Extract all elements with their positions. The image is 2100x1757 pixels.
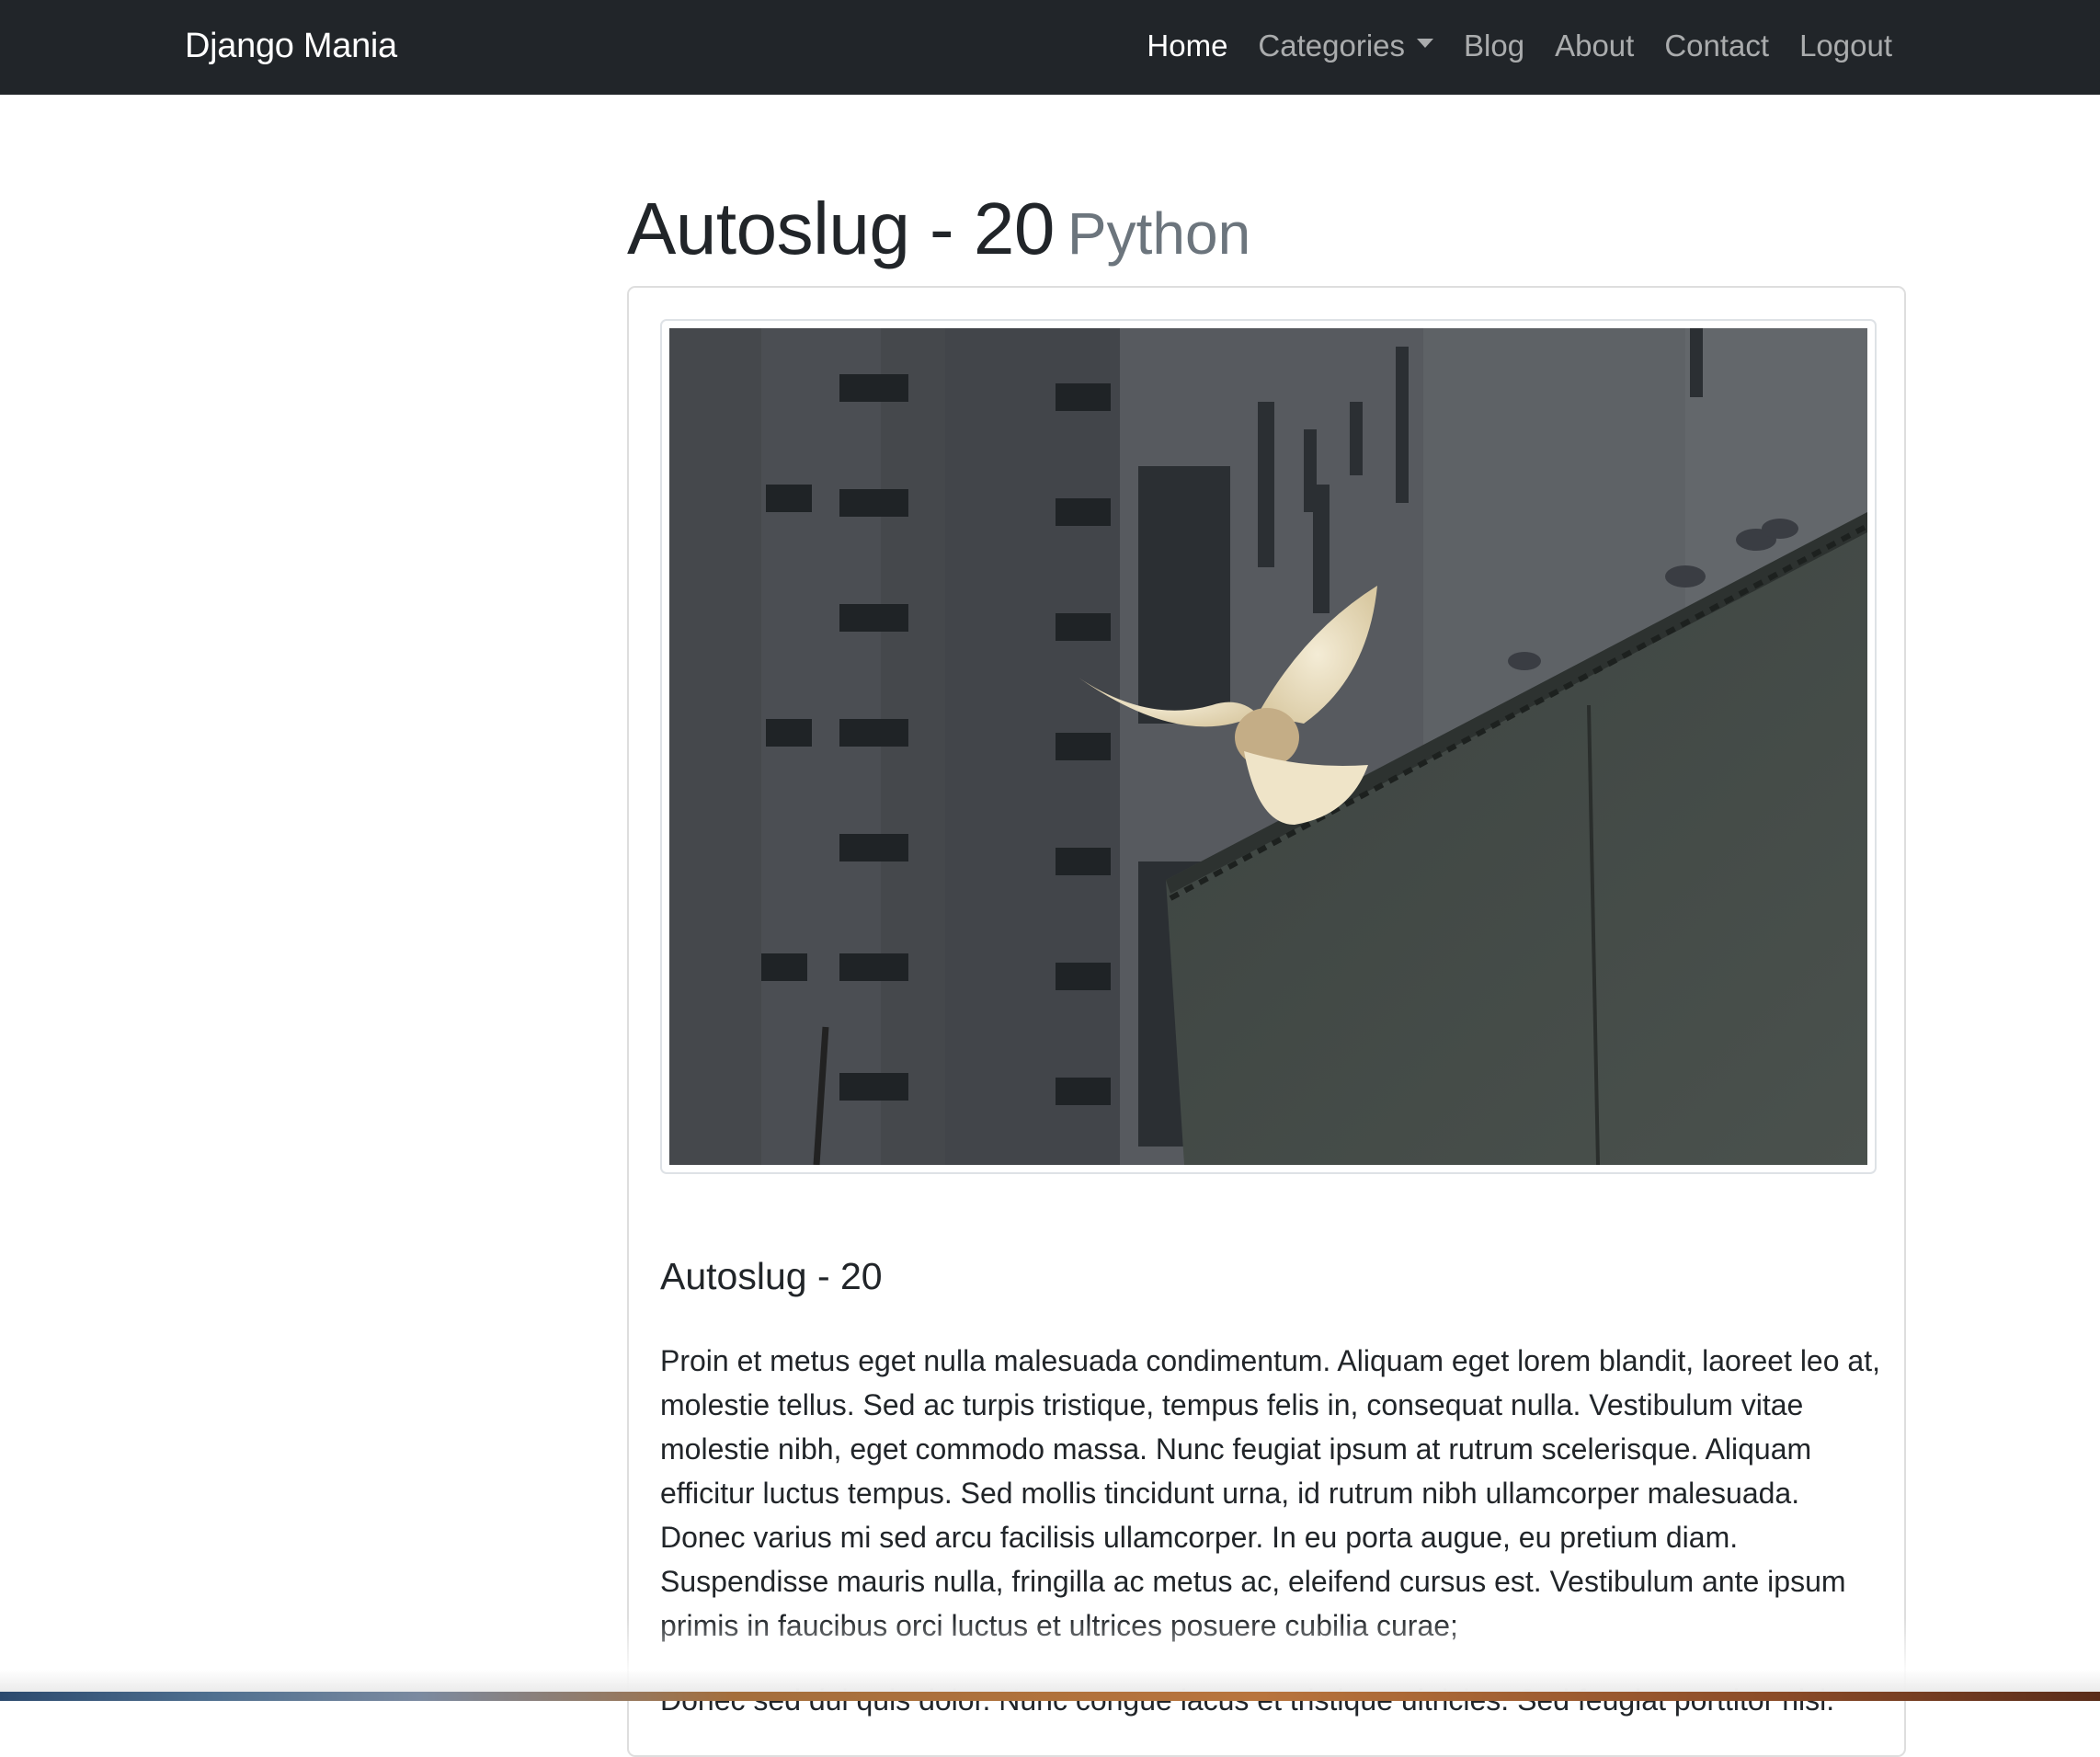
post-title: Autoslug - 20 (660, 1255, 883, 1297)
brand-link[interactable]: Django Mania (185, 22, 397, 70)
category-label: Python (1067, 200, 1251, 267)
taskbar-strip (0, 1692, 2100, 1701)
top-navbar: Django Mania Home Categories Blog About … (0, 0, 2100, 95)
nav-logout[interactable]: Logout (1799, 22, 1892, 70)
post-image (669, 328, 1867, 1165)
nav-home[interactable]: Home (1147, 22, 1227, 70)
nav-blog[interactable]: Blog (1464, 22, 1524, 70)
post-paragraph: Proin et metus eget nulla malesuada cond… (660, 1344, 1880, 1642)
post-card: Autoslug - 20 Proin et metus eget nulla … (627, 286, 1906, 1757)
caret-down-icon (1417, 39, 1434, 48)
post-image-thumbnail (660, 319, 1877, 1174)
nav-about[interactable]: About (1555, 22, 1634, 70)
nav-categories-dropdown[interactable]: Categories (1258, 22, 1434, 70)
nav-categories-label: Categories (1258, 29, 1406, 63)
page-title: Autoslug - 20 Python (627, 187, 1250, 271)
nav-menu: Home Categories Blog About Contact Logou… (1147, 22, 1892, 70)
bottom-fade (0, 1618, 2100, 1692)
page-title-text: Autoslug - 20 (627, 188, 1055, 269)
nav-contact[interactable]: Contact (1664, 22, 1769, 70)
